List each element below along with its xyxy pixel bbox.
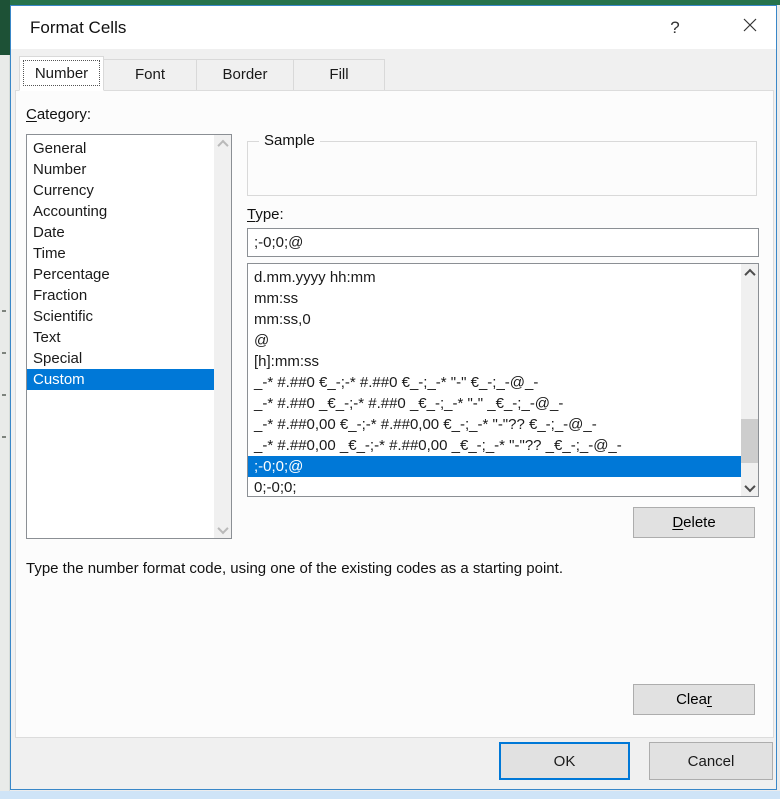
format-scrollbar[interactable] [741, 264, 758, 496]
category-item-general[interactable]: General [27, 138, 214, 159]
category-item-special[interactable]: Special [27, 348, 214, 369]
tab-font[interactable]: Font [103, 59, 197, 91]
category-item-currency[interactable]: Currency [27, 180, 214, 201]
format-item[interactable]: @ [248, 330, 741, 351]
tab-border[interactable]: Border [196, 59, 294, 91]
format-item[interactable]: _-* #.##0 _€_-;-* #.##0 _€_-;_-* "-" _€_… [248, 393, 741, 414]
category-item-number[interactable]: Number [27, 159, 214, 180]
category-item-scientific[interactable]: Scientific [27, 306, 214, 327]
category-scrollbar[interactable] [214, 135, 231, 538]
category-item-percentage[interactable]: Percentage [27, 264, 214, 285]
scroll-up-icon[interactable] [214, 135, 231, 152]
format-code-items: d.mm.yyyy hh:mm mm:ss mm:ss,0 @ [h]:mm:s… [248, 267, 741, 496]
category-item-time[interactable]: Time [27, 243, 214, 264]
format-item[interactable]: mm:ss,0 [248, 309, 741, 330]
format-item[interactable]: [h]:mm:ss [248, 351, 741, 372]
close-button[interactable] [728, 6, 772, 49]
excel-titlebar-corner [0, 0, 10, 55]
delete-button[interactable]: Delete [633, 507, 755, 538]
category-listbox[interactable]: General Number Currency Accounting Date … [26, 134, 232, 539]
type-label: Type: [247, 206, 284, 223]
ok-button[interactable]: OK [499, 742, 630, 780]
format-item[interactable]: _-* #.##0 €_-;-* #.##0 €_-;_-* "-" €_-;_… [248, 372, 741, 393]
format-item[interactable]: 0;-0;0; [248, 477, 741, 496]
format-code-listbox[interactable]: d.mm.yyyy hh:mm mm:ss mm:ss,0 @ [h]:mm:s… [247, 263, 759, 497]
category-item-text[interactable]: Text [27, 327, 214, 348]
scroll-down-icon[interactable] [741, 479, 758, 496]
category-item-date[interactable]: Date [27, 222, 214, 243]
tab-strip: Number Font Border Fill [19, 56, 385, 91]
type-input[interactable]: ;-0;0;@ [247, 228, 759, 257]
category-item-custom[interactable]: Custom [27, 369, 214, 390]
format-cells-dialog: Format Cells ? Number Font Border Fill C… [10, 5, 777, 790]
help-icon: ? [670, 18, 680, 37]
clear-button[interactable]: Clear [633, 684, 755, 715]
format-item[interactable]: _-* #.##0,00 _€_-;-* #.##0,00 _€_-;_-* "… [248, 435, 741, 456]
scroll-down-icon[interactable] [214, 521, 231, 538]
dialog-title: Format Cells [30, 18, 127, 37]
category-items: General Number Currency Accounting Date … [27, 138, 214, 390]
number-tab-page: Category: General Number Currency Accoun… [15, 90, 774, 738]
cancel-button[interactable]: Cancel [649, 742, 773, 780]
worksheet-edge [0, 55, 10, 799]
help-text: Type the number format code, using one o… [26, 560, 563, 577]
format-item[interactable]: d.mm.yyyy hh:mm [248, 267, 741, 288]
worksheet-bottom-strip [0, 791, 780, 799]
format-item[interactable]: _-* #.##0,00 €_-;-* #.##0,00 €_-;_-* "-"… [248, 414, 741, 435]
dialog-titlebar: Format Cells ? [11, 6, 776, 49]
sample-groupbox: Sample [247, 132, 757, 196]
tab-fill[interactable]: Fill [293, 59, 385, 91]
format-item-selected[interactable]: ;-0;0;@ [248, 456, 741, 477]
scrollbar-thumb[interactable] [741, 419, 758, 463]
tab-number[interactable]: Number [19, 56, 104, 91]
scroll-up-icon[interactable] [741, 264, 758, 281]
category-item-fraction[interactable]: Fraction [27, 285, 214, 306]
help-button[interactable]: ? [660, 6, 690, 49]
close-icon [743, 18, 757, 37]
format-item[interactable]: mm:ss [248, 288, 741, 309]
category-label: Category: [26, 106, 92, 123]
category-item-accounting[interactable]: Accounting [27, 201, 214, 222]
sample-label: Sample [259, 132, 320, 149]
